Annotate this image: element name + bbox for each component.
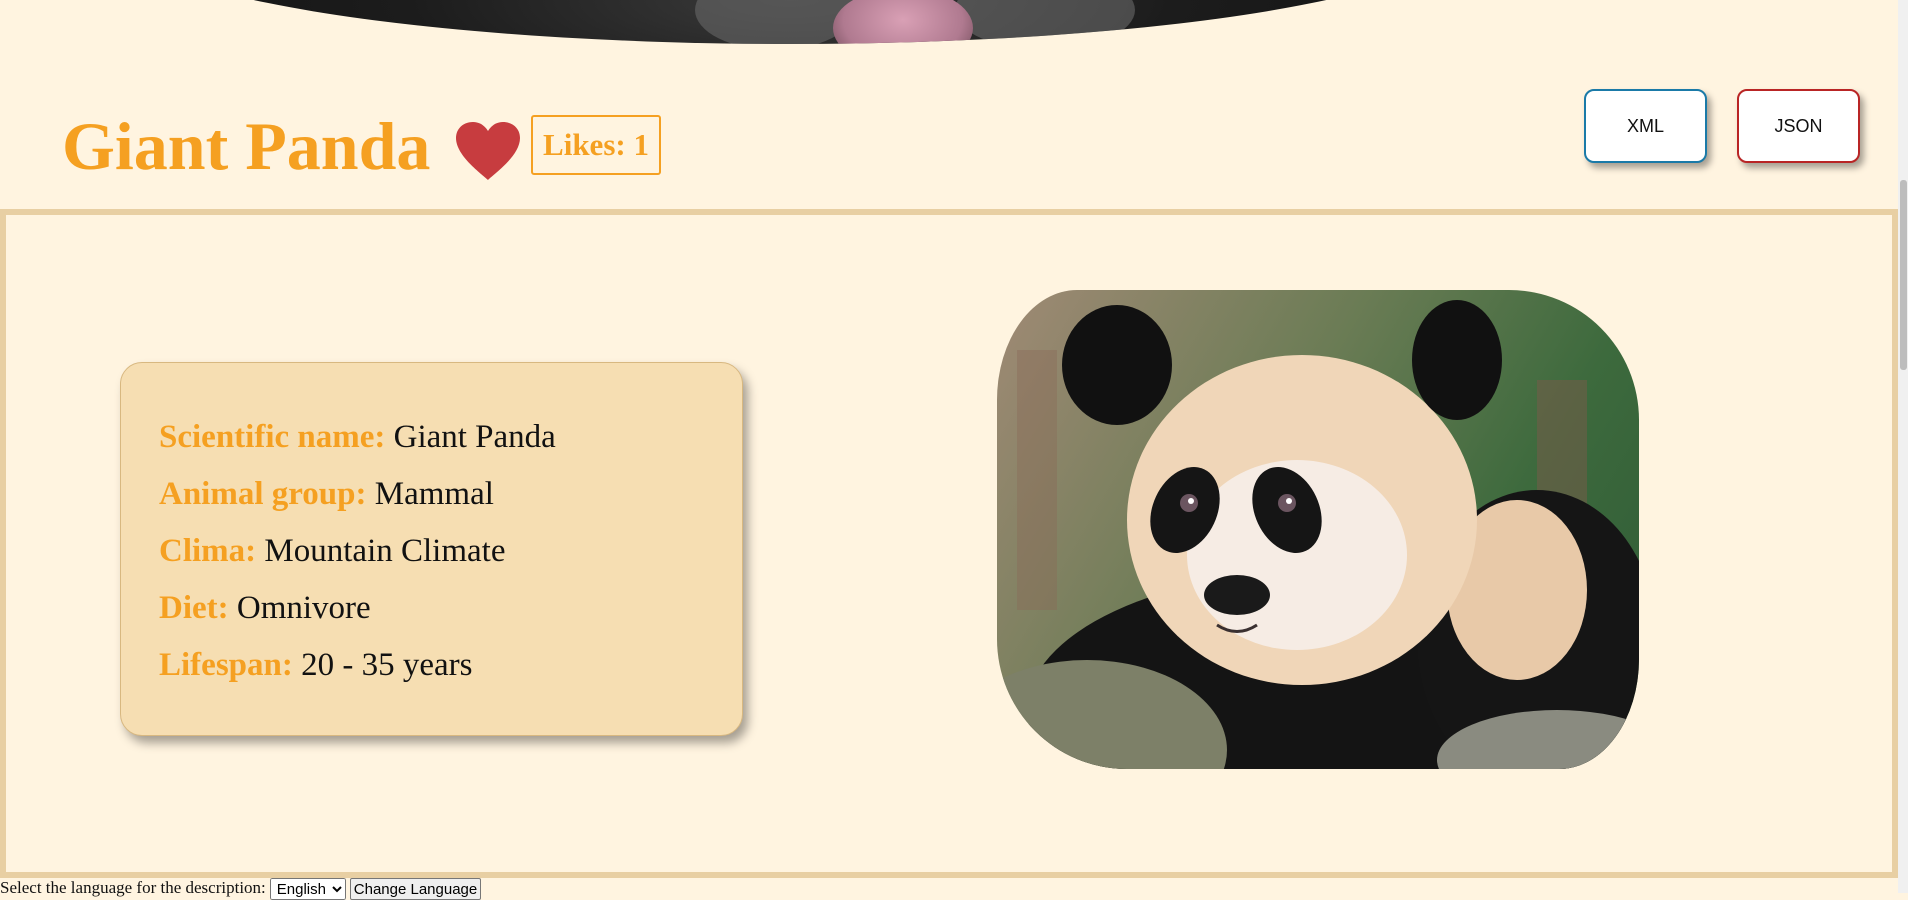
info-row-scientific-name: Scientific name: Giant Panda: [159, 409, 742, 466]
change-language-button[interactable]: Change Language: [349, 878, 482, 900]
info-value: Mammal: [374, 476, 494, 512]
xml-button[interactable]: XML: [1584, 89, 1707, 163]
hero-fur-right: [955, 0, 1135, 44]
info-card: Scientific name: Giant Panda Animal grou…: [120, 362, 743, 736]
page-title: Giant Panda: [62, 108, 431, 184]
info-label: Clima:: [159, 533, 257, 569]
info-value: Giant Panda: [393, 419, 556, 455]
language-prompt: Select the language for the description:: [0, 878, 266, 897]
language-select[interactable]: English: [269, 878, 346, 900]
language-bar: Select the language for the description:…: [0, 878, 900, 900]
info-row-clima: Clima: Mountain Climate: [159, 523, 742, 580]
panda-photo: [997, 290, 1639, 769]
json-button[interactable]: JSON: [1737, 89, 1860, 163]
info-label: Animal group:: [159, 476, 367, 512]
info-label: Diet:: [159, 590, 229, 626]
info-label: Scientific name:: [159, 419, 386, 455]
hero-fur-left: [695, 0, 855, 44]
info-value: 20 - 35 years: [301, 647, 473, 683]
info-value: Omnivore: [236, 590, 371, 626]
hero-banner-image: [115, 0, 1465, 44]
likes-counter[interactable]: Likes: 1: [531, 115, 661, 175]
info-row-diet: Diet: Omnivore: [159, 580, 742, 637]
info-label: Lifespan:: [159, 647, 293, 683]
scrollbar-thumb[interactable]: [1900, 180, 1907, 370]
info-value: Mountain Climate: [264, 533, 506, 569]
hero-mouth: [833, 0, 973, 44]
panda-illustration: [997, 300, 1639, 769]
heart-icon[interactable]: [454, 120, 522, 182]
info-row-lifespan: Lifespan: 20 - 35 years: [159, 637, 742, 694]
scrollbar[interactable]: [1898, 0, 1908, 893]
info-row-animal-group: Animal group: Mammal: [159, 466, 742, 523]
